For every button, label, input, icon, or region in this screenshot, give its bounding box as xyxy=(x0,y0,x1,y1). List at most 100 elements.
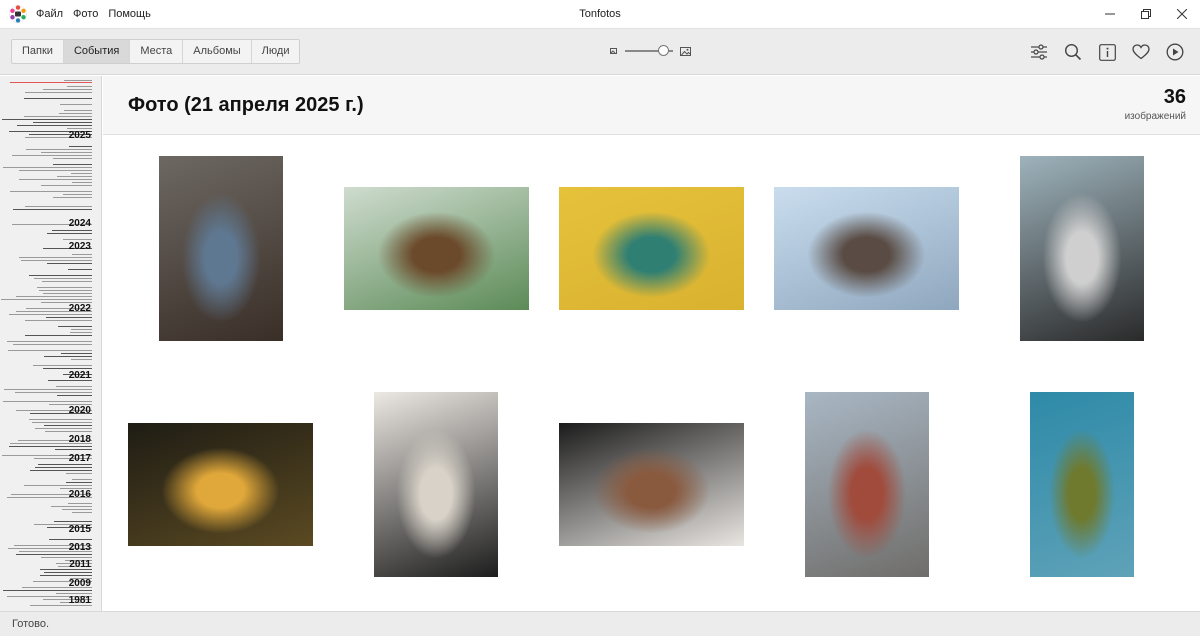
photo-woman-denim-jacket[interactable] xyxy=(159,156,283,341)
timeline-year[interactable]: 2016 xyxy=(69,489,91,500)
timeline-tick xyxy=(46,317,92,318)
menu-file[interactable]: Файл xyxy=(36,8,63,20)
timeline-year[interactable]: 2015 xyxy=(69,524,91,535)
menu-photo[interactable]: Фото xyxy=(73,8,98,20)
photo-woman-window-palms[interactable] xyxy=(344,187,529,310)
timeline-tick xyxy=(9,446,92,447)
timeline-tick xyxy=(33,365,92,366)
slideshow-button[interactable] xyxy=(1164,41,1186,63)
image-count: 36 изображений xyxy=(1125,86,1186,122)
close-button[interactable] xyxy=(1164,0,1200,28)
timeline-tick xyxy=(17,125,92,126)
timeline-tick xyxy=(16,296,92,297)
timeline-tick xyxy=(30,470,92,471)
timeline-tick xyxy=(45,431,92,432)
toolbar-actions xyxy=(1028,41,1186,63)
tonfotos-logo-icon xyxy=(9,5,27,23)
timeline-tick xyxy=(43,368,92,369)
slider-track[interactable] xyxy=(625,45,673,56)
timeline-year[interactable]: 2018 xyxy=(69,434,91,445)
photo-man-sunglasses-brick[interactable] xyxy=(559,423,744,546)
timeline-tick xyxy=(4,389,92,390)
photo-woman-city-street[interactable] xyxy=(805,392,929,577)
timeline-tick xyxy=(35,428,92,429)
timeline-tick xyxy=(24,98,92,99)
small-image-icon xyxy=(610,48,617,54)
timeline-tick xyxy=(3,590,92,591)
timeline-year[interactable]: 2013 xyxy=(69,542,91,553)
status-text: Готово. xyxy=(12,618,50,630)
timeline-tick xyxy=(24,485,92,486)
tab-places[interactable]: Места xyxy=(130,40,184,63)
info-button[interactable] xyxy=(1096,41,1118,63)
photo-woman-yellow-wall[interactable] xyxy=(559,187,744,310)
timeline-year[interactable]: 2022 xyxy=(69,303,91,314)
slider-thumb[interactable] xyxy=(658,45,670,56)
photo-woman-hill-suitcase[interactable] xyxy=(1030,392,1134,577)
timeline-tick xyxy=(53,164,92,165)
timeline-tick xyxy=(44,356,92,357)
timeline-tick xyxy=(3,167,92,168)
search-button[interactable] xyxy=(1062,41,1084,63)
timeline-year[interactable]: 2024 xyxy=(69,218,91,229)
photo-city-night-bokeh[interactable] xyxy=(128,423,313,546)
timeline-tick xyxy=(32,422,92,423)
timeline-tick xyxy=(25,335,92,336)
timeline-tick xyxy=(67,86,92,87)
timeline-year[interactable]: 1981 xyxy=(69,595,91,606)
timeline-tick xyxy=(59,113,92,114)
timeline-tick xyxy=(19,170,92,171)
timeline-year[interactable]: 2025 xyxy=(69,130,91,141)
timeline-tick xyxy=(37,287,92,288)
tab-people[interactable]: Люди xyxy=(252,40,300,63)
timeline-tick xyxy=(12,155,92,156)
minimize-button[interactable] xyxy=(1092,0,1128,28)
timeline-tick xyxy=(29,419,92,420)
timeline-year[interactable]: 2021 xyxy=(69,370,91,381)
timeline-year[interactable]: 2009 xyxy=(69,578,91,589)
timeline-tick xyxy=(53,158,92,159)
timeline-year[interactable]: 2011 xyxy=(69,559,91,570)
restore-button[interactable] xyxy=(1128,0,1164,28)
filter-settings-icon xyxy=(1031,44,1047,60)
timeline-tick xyxy=(25,92,92,93)
thumbnail-size-slider[interactable] xyxy=(610,44,691,58)
status-bar: Готово. xyxy=(0,611,1200,636)
timeline-tick xyxy=(49,539,92,540)
timeline-tick xyxy=(26,149,92,150)
photo-woman-sitting-sofa[interactable] xyxy=(374,392,498,577)
filter-settings-button[interactable] xyxy=(1028,41,1050,63)
timeline-tick xyxy=(19,257,92,258)
timeline-tick xyxy=(72,254,92,255)
timeline-tick xyxy=(38,464,92,465)
photo-group-friends-sunset[interactable] xyxy=(774,187,959,310)
timeline-year[interactable]: 2020 xyxy=(69,405,91,416)
timeline-current-marker xyxy=(10,82,92,83)
timeline-tick xyxy=(64,80,92,81)
tab-albums[interactable]: Альбомы xyxy=(183,40,252,63)
timeline-tick xyxy=(29,275,92,276)
minimize-icon xyxy=(1105,13,1115,15)
timeline-tick xyxy=(40,575,92,576)
photo-woman-portrait-office[interactable] xyxy=(1020,156,1144,341)
timeline-tick xyxy=(2,119,92,120)
tab-events[interactable]: События xyxy=(63,40,131,63)
timeline-tick xyxy=(66,473,92,474)
menu-help[interactable]: Помощь xyxy=(108,8,151,20)
timeline-tick xyxy=(72,182,92,183)
timeline-tick xyxy=(57,176,92,177)
close-icon xyxy=(1177,9,1187,19)
timeline-tick xyxy=(41,557,92,558)
timeline-tick xyxy=(25,206,92,207)
favorites-button[interactable] xyxy=(1130,41,1152,63)
timeline-tick xyxy=(43,293,92,294)
tab-folders[interactable]: Папки xyxy=(12,40,64,63)
timeline-scrubber[interactable]: 2025 2024 2023 2022 2021 2020 2018 2017 … xyxy=(0,76,102,611)
timeline-tick xyxy=(47,233,92,234)
timeline-year[interactable]: 2017 xyxy=(69,453,91,464)
timeline-tick xyxy=(55,449,92,450)
timeline-tick xyxy=(34,278,92,279)
toolbar: Папки События Места Альбомы Люди xyxy=(0,28,1200,75)
timeline-tick xyxy=(57,395,92,396)
timeline-year[interactable]: 2023 xyxy=(69,241,91,252)
